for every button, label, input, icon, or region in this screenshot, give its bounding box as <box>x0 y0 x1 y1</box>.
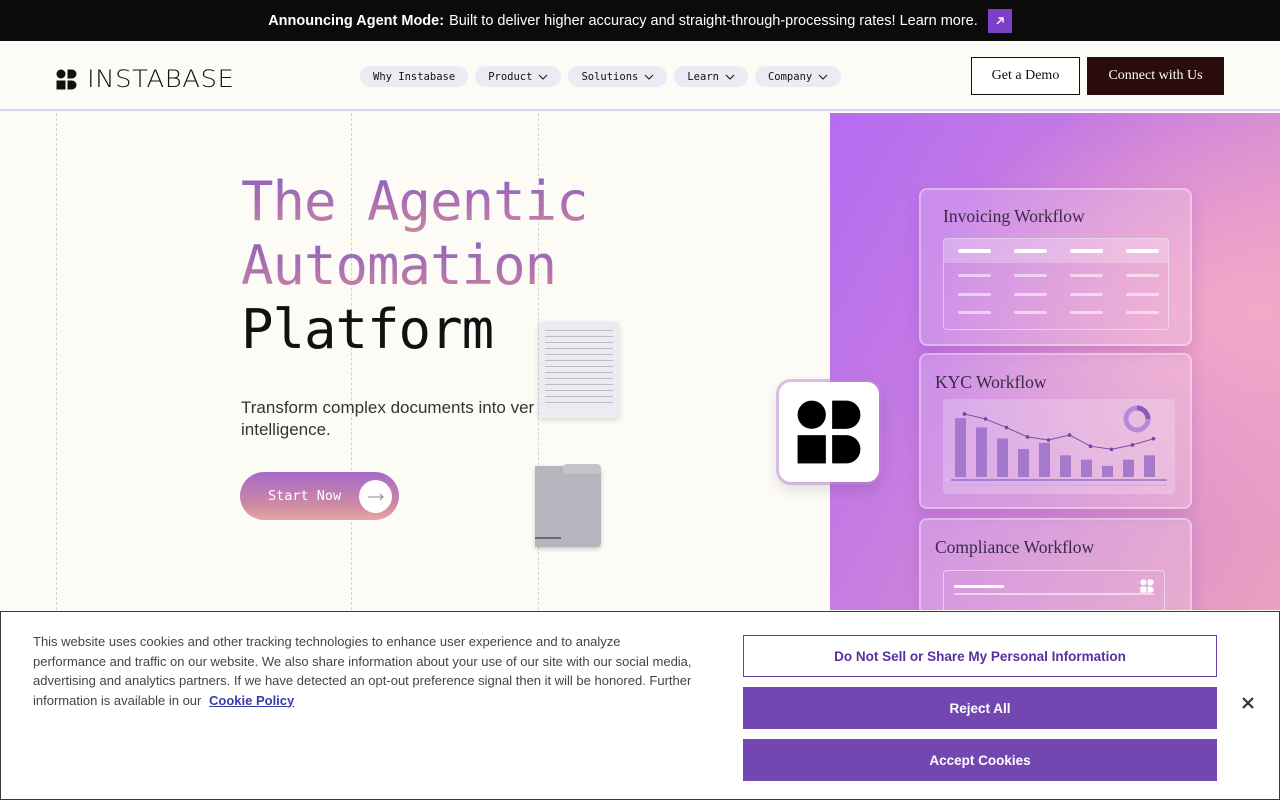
chevron-down-icon <box>539 74 548 80</box>
nav-label: Why Instabase <box>373 70 456 83</box>
instabase-mini-logo-icon <box>1140 579 1154 593</box>
kyc-bar <box>1102 465 1113 477</box>
instabase-logo-badge <box>779 382 879 482</box>
nav-product[interactable]: Product <box>475 66 562 87</box>
document-illustration <box>539 322 619 418</box>
nav-label: Company <box>767 70 813 83</box>
hero-title-line: The Agentic <box>241 170 589 233</box>
instabase-logo-icon <box>56 69 77 89</box>
kyc-bar <box>1039 442 1050 477</box>
hero-subtitle-line: Transform complex documents into ver <box>241 398 535 417</box>
compliance-workflow-title: Compliance Workflow <box>935 537 1095 557</box>
announcement-bold: Announcing Agent Mode: <box>268 12 445 29</box>
instabase-logo[interactable]: INSTABASE <box>56 65 234 93</box>
kyc-chart-illustration <box>943 399 1175 494</box>
cookie-banner: This website uses cookies and other trac… <box>0 611 1280 800</box>
kyc-bar <box>955 418 966 477</box>
compliance-doc-illustration <box>943 570 1165 610</box>
nav-learn[interactable]: Learn <box>674 66 748 87</box>
kyc-workflow-card: KYC Workflow <box>919 353 1192 509</box>
arrow-right-icon <box>359 480 392 513</box>
nav-label: Learn <box>687 70 719 83</box>
guide-line <box>56 113 57 610</box>
hero-title: The Agentic Automation Platform <box>241 170 589 362</box>
hero-artwork: Invoicing Workflow KYC Workflow Complian… <box>830 113 1280 610</box>
hero-subtitle: Transform complex documents into ver int… <box>241 397 541 441</box>
kyc-bar <box>1123 459 1134 477</box>
accept-cookies-button[interactable]: Accept Cookies <box>743 739 1217 781</box>
chevron-down-icon <box>725 74 735 80</box>
kyc-bar <box>1018 449 1029 477</box>
nav-why-instabase[interactable]: Why Instabase <box>360 66 469 87</box>
site-header: INSTABASE Why Instabase Product Solution… <box>0 41 1280 111</box>
close-icon[interactable] <box>1238 693 1258 713</box>
logo-wordmark: INSTABASE <box>87 65 235 93</box>
hero-title-line: Platform <box>241 298 494 361</box>
chevron-down-icon <box>645 74 654 80</box>
chevron-down-icon <box>818 74 828 80</box>
cookie-policy-link[interactable]: Cookie Policy <box>209 693 294 708</box>
cookie-text: This website uses cookies and other trac… <box>33 634 692 708</box>
hero-title-line: Automation <box>241 234 588 298</box>
connect-with-us-button[interactable]: Connect with Us <box>1087 57 1224 95</box>
compliance-workflow-card: Compliance Workflow <box>919 518 1192 610</box>
nav-company[interactable]: Company <box>754 66 842 87</box>
hero-subtitle-line: intelligence. <box>241 420 331 439</box>
kyc-bar <box>976 427 987 477</box>
folder-illustration <box>535 464 601 547</box>
kyc-bar <box>997 438 1008 477</box>
get-a-demo-button[interactable]: Get a Demo <box>971 57 1080 95</box>
cookie-message: This website uses cookies and other trac… <box>33 632 693 710</box>
announcement-bar[interactable]: Announcing Agent Mode: Built to deliver … <box>0 0 1280 41</box>
nav-label: Solutions <box>581 70 639 83</box>
kyc-workflow-title: KYC Workflow <box>935 372 1047 392</box>
instabase-logo-icon <box>797 400 861 464</box>
invoicing-workflow-title: Invoicing Workflow <box>943 206 1085 226</box>
kyc-donut-segment <box>1136 405 1151 420</box>
kyc-bar <box>1060 455 1071 477</box>
reject-all-button[interactable]: Reject All <box>743 687 1217 729</box>
start-now-button[interactable]: Start Now <box>240 472 399 520</box>
announcement-text[interactable]: Built to deliver higher accuracy and str… <box>449 13 978 29</box>
do-not-sell-button[interactable]: Do Not Sell or Share My Personal Informa… <box>743 635 1217 677</box>
nav-solutions[interactable]: Solutions <box>568 66 668 87</box>
kyc-bar <box>1144 455 1155 477</box>
invoice-table-illustration <box>943 238 1169 330</box>
arrow-up-right-icon[interactable] <box>987 8 1012 33</box>
invoicing-workflow-card: Invoicing Workflow <box>919 188 1192 346</box>
kyc-bar <box>1081 459 1092 477</box>
main-nav: Why Instabase Product Solutions Learn Co… <box>360 66 842 87</box>
start-now-label: Start Now <box>268 488 342 504</box>
nav-label: Product <box>488 70 533 83</box>
